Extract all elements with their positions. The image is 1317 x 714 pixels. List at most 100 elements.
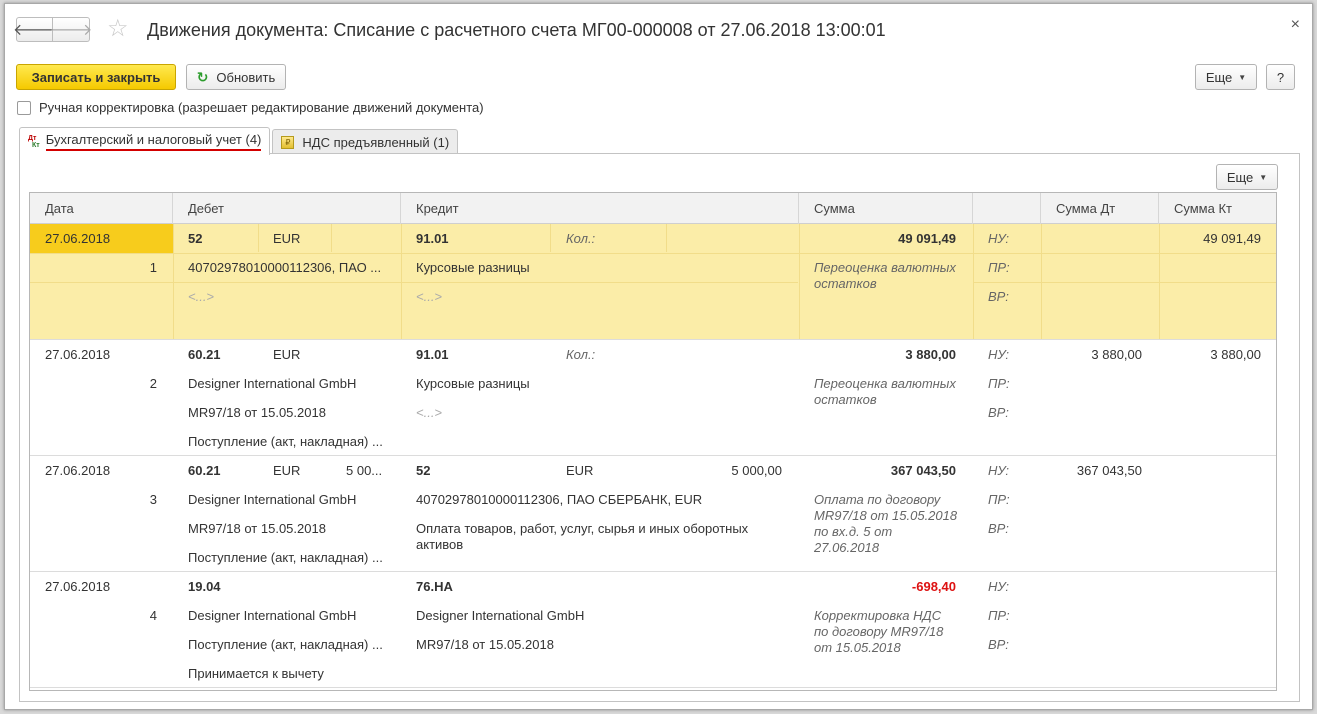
more-label: Еще [1205,69,1233,85]
help-button[interactable]: ? [1266,64,1295,90]
table-row[interactable]: 27.06.2018 4 19.04 Designer Internationa… [30,572,1276,688]
row-sum-kt: 3 880,00 [1210,347,1261,362]
header-debit[interactable]: Дебет [173,193,401,224]
header-sum-dt[interactable]: Сумма Дт [1041,193,1159,224]
favorite-star-icon[interactable]: ☆ [107,17,129,41]
row-sum: -698,40 [911,579,956,594]
nu-label: НУ: [988,463,1010,478]
row-sum-kt: 49 091,49 [1203,231,1261,246]
row-sum-dt: 367 043,50 [1076,463,1142,478]
debit-account: 60.21 [188,347,221,362]
row-comment: Переоценка валютных остатков [814,260,956,291]
debit-currency-amount: 5 00... [346,463,383,478]
refresh-button[interactable]: ↻ Обновить [186,64,286,90]
debit-subconto-1: 40702978010000112306, ПАО ... [188,260,382,275]
debit-subconto-3: Поступление (акт, накладная) ... [188,550,383,565]
header-sum[interactable]: Сумма [799,193,973,224]
debit-account: 52 [188,231,203,246]
nu-label: НУ: [988,231,1010,246]
debit-currency: EUR [273,347,301,362]
save-and-close-button[interactable]: Записать и закрыть [16,64,176,90]
credit-subconto-2: <...> [416,405,443,420]
row-sum-kt [1162,456,1261,485]
debit-subconto-3: Поступление (акт, накладная) ... [188,434,383,449]
credit-account: 76.НА [416,579,453,594]
table-body: 27.06.2018 1 52 EUR 40702978010000112306… [30,224,1276,688]
debit-subconto-1: Designer International GmbH [188,492,357,507]
quantity-label: Кол.: [566,231,596,246]
debit-subconto-2: MR97/18 от 15.05.2018 [188,521,326,536]
dt-kt-icon: Дт Кт [28,134,40,149]
row-number: 1 [149,260,157,275]
header-sum-kt[interactable]: Сумма Кт [1159,193,1276,224]
movements-table[interactable]: Дата Дебет Кредит Сумма Сумма Дт Сумма К… [29,192,1277,691]
credit-subconto-2: MR97/18 от 15.05.2018 [416,637,554,652]
vr-label: ВР: [988,289,1009,304]
credit-account: 91.01 [416,231,449,246]
close-icon[interactable]: × [1291,16,1300,34]
chevron-down-icon: ▼ [1259,172,1268,182]
debit-subconto-2: Поступление (акт, накладная) ... [188,637,383,652]
more-menu-button[interactable]: Еще ▼ [1195,64,1257,90]
manual-correction-label: Ручная корректировка (разрешает редактир… [39,100,484,115]
nu-label: НУ: [988,347,1010,362]
header-blank[interactable] [973,193,1041,224]
forward-button[interactable]: 🡒 [50,17,92,42]
credit-subconto-2: <...> [416,289,443,304]
credit-subconto-1: 40702978010000112306, ПАО СБЕРБАНК, EUR [416,492,703,507]
table-row[interactable]: 27.06.2018 3 60.21 EUR 5 00... Designer … [30,456,1276,572]
vr-label: ВР: [988,521,1009,536]
navigation-buttons: 🡐 🡒 [13,17,92,42]
credit-currency: EUR [566,463,594,478]
debit-account: 60.21 [188,463,221,478]
vat-icon: ₽ [281,136,295,149]
pr-label: ПР: [988,608,1010,623]
tab-vat-presented[interactable]: ₽ НДС предъявленный (1) [272,129,459,155]
quantity-label: Кол.: [566,347,596,362]
row-sum: 367 043,50 [890,463,956,478]
refresh-label: Обновить [216,69,276,85]
credit-currency-amount: 5 000,00 [731,463,782,478]
back-button[interactable]: 🡐 [13,17,56,42]
table-row[interactable]: 27.06.2018 2 60.21 EUR Designer Internat… [30,340,1276,456]
credit-subconto-2: Оплата товаров, работ, услуг, сырья и ин… [416,521,749,552]
nu-label: НУ: [988,579,1010,594]
row-comment: Переоценка валютных остатков [814,376,956,407]
row-number: 3 [149,492,157,507]
row-number: 4 [149,608,157,623]
chevron-down-icon: ▼ [1238,72,1247,82]
tab-accounting[interactable]: Дт Кт Бухгалтерский и налоговый учет (4) [19,127,271,155]
row-sum-dt: 3 880,00 [1091,347,1142,362]
debit-subconto-1: Designer International GmbH [188,376,357,391]
row-sum-dt [1044,224,1142,253]
refresh-icon: ↻ [196,68,209,85]
debit-subconto-2: MR97/18 от 15.05.2018 [188,405,326,420]
pr-label: ПР: [988,492,1010,507]
vr-label: ВР: [988,637,1009,652]
header-credit[interactable]: Кредит [401,193,799,224]
tab-vat-label: НДС предъявленный (1) [302,135,450,150]
row-number: 2 [149,376,157,391]
credit-account: 91.01 [416,347,449,362]
credit-subconto-1: Курсовые разницы [416,376,530,391]
pr-label: ПР: [988,260,1010,275]
header-date[interactable]: Дата [30,193,173,224]
manual-correction-checkbox[interactable] [17,100,31,115]
row-date: 27.06.2018 [45,231,111,246]
credit-subconto-1: Designer International GmbH [416,608,585,623]
window-title: Движения документа: Списание с расчетног… [147,20,886,40]
tab-content-panel: Еще ▼ Дата Дебет Кредит Сумма Сумма Дт С… [19,153,1300,702]
row-date: 27.06.2018 [45,347,111,362]
row-comment: Оплата по договору MR97/18 от 15.05.2018… [814,492,958,555]
row-date: 27.06.2018 [45,463,111,478]
vr-label: ВР: [988,405,1009,420]
table-header: Дата Дебет Кредит Сумма Сумма Дт Сумма К… [30,193,1276,224]
row-sum: 3 880,00 [905,347,956,362]
table-row[interactable]: 27.06.2018 1 52 EUR 40702978010000112306… [30,224,1276,340]
debit-currency: EUR [273,463,301,478]
table-more-button[interactable]: Еще ▼ [1216,164,1278,190]
debit-subconto-3: Принимается к вычету [188,666,324,681]
debit-subconto-2: <...> [188,289,215,304]
document-movements-window: 🡐 🡒 ☆ Движения документа: Списание с рас… [4,3,1313,710]
row-sum: 49 091,49 [898,231,956,246]
